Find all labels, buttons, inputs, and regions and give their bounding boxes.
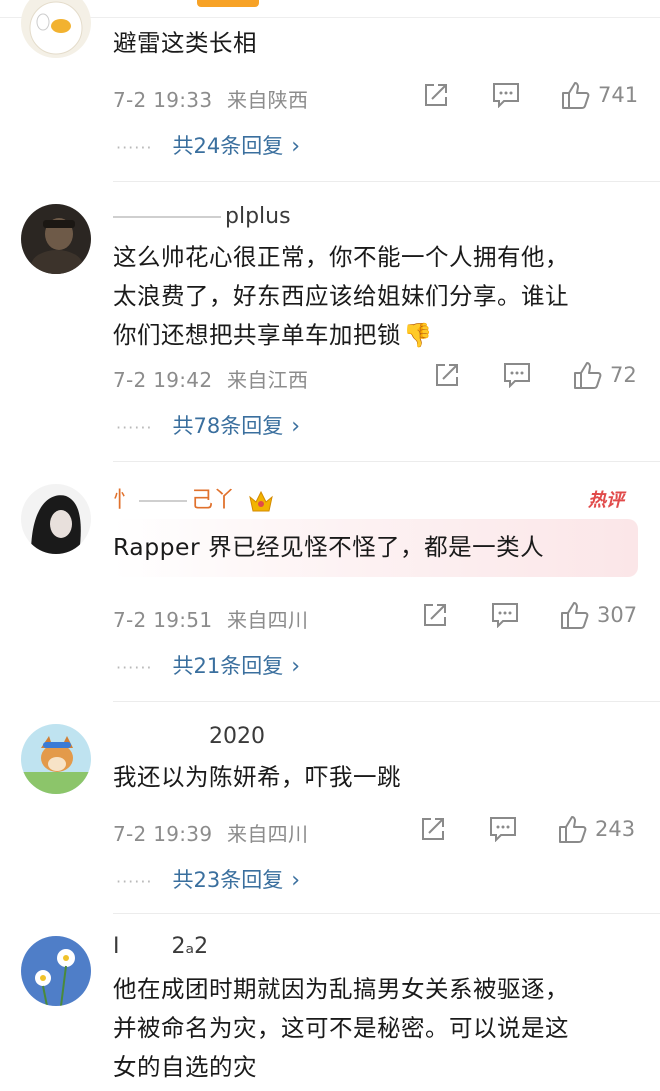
comment-meta: 7-2 19:39 来自四川 bbox=[113, 818, 308, 847]
comment-location: 来自江西 bbox=[227, 368, 309, 392]
comment-line: 他在成团时期就因为乱搞男女关系被驱逐， bbox=[113, 975, 569, 1003]
comment-meta: 7-2 19:51 来自四川 bbox=[113, 604, 308, 633]
comment-item: 忄 己丫 热评 Rapper 界已经见怪不怪了，都是一类人 7-2 19:51 来… bbox=[0, 462, 660, 702]
reply-dots: ······ bbox=[116, 872, 153, 891]
comment-button[interactable] bbox=[491, 602, 519, 628]
like-button[interactable]: 307 bbox=[559, 600, 637, 630]
comment-meta: 7-2 19:42 来自江西 bbox=[113, 364, 308, 393]
share-square-icon bbox=[425, 84, 447, 106]
avatar[interactable] bbox=[21, 936, 91, 1006]
username[interactable]: 忄 己丫 bbox=[113, 482, 274, 514]
like-count: 72 bbox=[610, 363, 637, 387]
comment-button[interactable] bbox=[489, 816, 517, 842]
comment-button[interactable] bbox=[492, 82, 520, 108]
comment-line: 女的自选的灾 bbox=[113, 1053, 257, 1081]
comment-text: Rapper 界已经见怪不怪了，都是一类人 bbox=[113, 533, 545, 561]
comment-location: 来自四川 bbox=[227, 822, 309, 846]
view-replies-link[interactable]: ······ 共24条回复 › bbox=[116, 130, 300, 160]
thumbs-up-icon bbox=[562, 82, 590, 109]
hot-comment-badge: 热评 bbox=[588, 490, 624, 511]
comment-button[interactable] bbox=[503, 362, 531, 388]
comment-bubble-icon bbox=[504, 363, 530, 388]
chevron-right-icon: › bbox=[291, 134, 301, 159]
comment-item: 2020 我还以为陈妍希，吓我一跳 7-2 19:39 来自四川 243 ···… bbox=[0, 702, 660, 914]
reply-dots: ······ bbox=[116, 418, 153, 437]
like-count: 741 bbox=[598, 83, 639, 107]
reply-dots: ······ bbox=[116, 658, 153, 677]
repost-button[interactable] bbox=[422, 602, 448, 628]
comment-date: 7-2 19:42 bbox=[113, 368, 213, 392]
username-mask bbox=[139, 500, 188, 502]
username-prefix: 忄 bbox=[113, 488, 136, 513]
comment-bubble-icon bbox=[492, 603, 518, 628]
comment-text: 他在成团时期就因为乱搞男女关系被驱逐， 并被命名为灾，这可不是秘密。可以说是这 … bbox=[113, 970, 643, 1087]
repost-button[interactable] bbox=[420, 816, 446, 842]
comment-date: 7-2 19:51 bbox=[113, 608, 213, 632]
reply-count: 共24条回复 bbox=[172, 134, 284, 158]
view-replies-link[interactable]: ······ 共78条回复 › bbox=[116, 410, 300, 440]
repost-button[interactable] bbox=[434, 362, 460, 388]
thumbs-up-icon bbox=[559, 816, 587, 843]
chevron-right-icon: › bbox=[291, 868, 301, 893]
thumbs-up-icon bbox=[561, 602, 589, 629]
comment-text: 我还以为陈妍希，吓我一跳 bbox=[113, 763, 401, 791]
comment-line: 这么帅花心很正常，你不能一个人拥有他， bbox=[113, 243, 569, 271]
like-button[interactable]: 72 bbox=[572, 360, 637, 390]
comment-location: 来自陕西 bbox=[227, 88, 309, 112]
username[interactable]: I 2ₐ2 bbox=[113, 934, 208, 959]
comment-date: 7-2 19:33 bbox=[113, 88, 213, 112]
avatar[interactable] bbox=[21, 484, 91, 554]
crown-icon bbox=[249, 490, 273, 512]
reply-count: 共23条回复 bbox=[172, 868, 284, 892]
comment-bubble-icon bbox=[493, 83, 519, 108]
username-text: plplus bbox=[225, 204, 291, 229]
thumbs-up-icon bbox=[574, 362, 602, 389]
like-button[interactable]: 741 bbox=[560, 80, 638, 110]
comment-location: 来自四川 bbox=[227, 608, 309, 632]
view-replies-link[interactable]: ······ 共21条回复 › bbox=[116, 650, 300, 680]
avatar[interactable] bbox=[21, 204, 91, 274]
comment-bubble-icon bbox=[490, 817, 516, 842]
username-text: 2020 bbox=[209, 724, 265, 749]
avatar[interactable] bbox=[21, 0, 91, 58]
username-mask bbox=[113, 736, 205, 738]
username-text: 2ₐ2 bbox=[171, 934, 209, 959]
comment-text: 这么帅花心很正常，你不能一个人拥有他， 太浪费了，好东西应该给姐妹们分享。谁让 … bbox=[113, 238, 643, 355]
comment-meta: 7-2 19:33 来自陕西 bbox=[113, 84, 308, 113]
comment-line: 并被命名为灾，这可不是秘密。可以说是这 bbox=[113, 1014, 569, 1042]
username[interactable]: 2020 bbox=[113, 724, 265, 749]
comment-item: plplus 这么帅花心很正常，你不能一个人拥有他， 太浪费了，好东西应该给姐妹… bbox=[0, 182, 660, 462]
reply-count: 共78条回复 bbox=[172, 414, 284, 438]
username[interactable]: plplus bbox=[113, 204, 291, 229]
comment-date: 7-2 19:39 bbox=[113, 822, 213, 846]
username-mask bbox=[123, 946, 168, 948]
comment-text: 避雷这类长相 bbox=[113, 29, 257, 57]
comment-item: I 2ₐ2 他在成团时期就因为乱搞男女关系被驱逐， 并被命名为灾，这可不是秘密。可… bbox=[0, 914, 660, 1091]
avatar[interactable] bbox=[21, 724, 91, 794]
comment-line: 你们还想把共享单车加把锁👎 bbox=[113, 321, 433, 349]
reply-dots: ······ bbox=[116, 138, 153, 157]
share-square-icon bbox=[422, 818, 444, 840]
thumbs-down-emoji: 👎 bbox=[403, 321, 433, 349]
chevron-right-icon: › bbox=[291, 654, 301, 679]
username-mask bbox=[113, 216, 221, 218]
share-square-icon bbox=[424, 604, 446, 626]
like-button[interactable]: 243 bbox=[557, 814, 635, 844]
username-prefix: I bbox=[113, 934, 120, 959]
username-text: 己丫 bbox=[191, 488, 236, 513]
reply-count: 共21条回复 bbox=[172, 654, 284, 678]
repost-button[interactable] bbox=[423, 82, 449, 108]
view-replies-link[interactable]: ······ 共23条回复 › bbox=[116, 864, 300, 894]
comment-item: 避雷这类长相 7-2 19:33 来自陕西 741 ······ 共24条回复 › bbox=[0, 0, 660, 182]
like-count: 307 bbox=[597, 603, 638, 627]
like-count: 243 bbox=[595, 817, 636, 841]
comment-line: 太浪费了，好东西应该给姐妹们分享。谁让 bbox=[113, 282, 569, 310]
share-square-icon bbox=[436, 364, 458, 386]
chevron-right-icon: › bbox=[291, 414, 301, 439]
